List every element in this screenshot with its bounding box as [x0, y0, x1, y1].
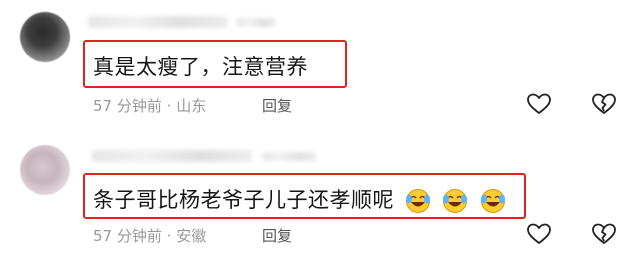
comment-text-wrapper: 条子哥比杨老爷子儿子还孝顺呢 [93, 184, 506, 214]
comment-meta: 57 分钟前 · 安徽 [93, 225, 206, 246]
comment-time: 57 分钟前 [93, 227, 162, 245]
laughing-crying-emoji [443, 189, 468, 213]
broken-heart-icon[interactable] [591, 92, 617, 116]
meta-separator: · [166, 227, 172, 245]
comment-location: 安徽 [176, 227, 207, 245]
comment-time: 57 分钟前 [93, 97, 162, 115]
username-blurred [92, 150, 252, 162]
comment-location: 山东 [176, 97, 207, 115]
reply-button[interactable]: 回复 [262, 225, 292, 246]
heart-outline-icon[interactable] [526, 92, 552, 116]
heart-outline-icon[interactable] [526, 222, 552, 246]
avatar[interactable] [20, 145, 70, 195]
meta-separator: · [166, 97, 172, 115]
avatar[interactable] [20, 12, 70, 62]
comment-text: 条子哥比杨老爷子儿子还孝顺呢 [93, 188, 394, 212]
comment-meta: 57 分钟前 · 山东 [93, 95, 206, 116]
broken-heart-icon[interactable] [591, 222, 617, 246]
username-blurred-extra [262, 152, 317, 161]
comment-text: 真是太瘦了，注意营养 [93, 55, 308, 79]
laughing-crying-emoji [406, 189, 431, 213]
username-blurred-extra [236, 18, 276, 27]
username-blurred [88, 16, 228, 28]
reply-button[interactable]: 回复 [262, 95, 292, 116]
laughing-crying-emoji [480, 189, 505, 213]
